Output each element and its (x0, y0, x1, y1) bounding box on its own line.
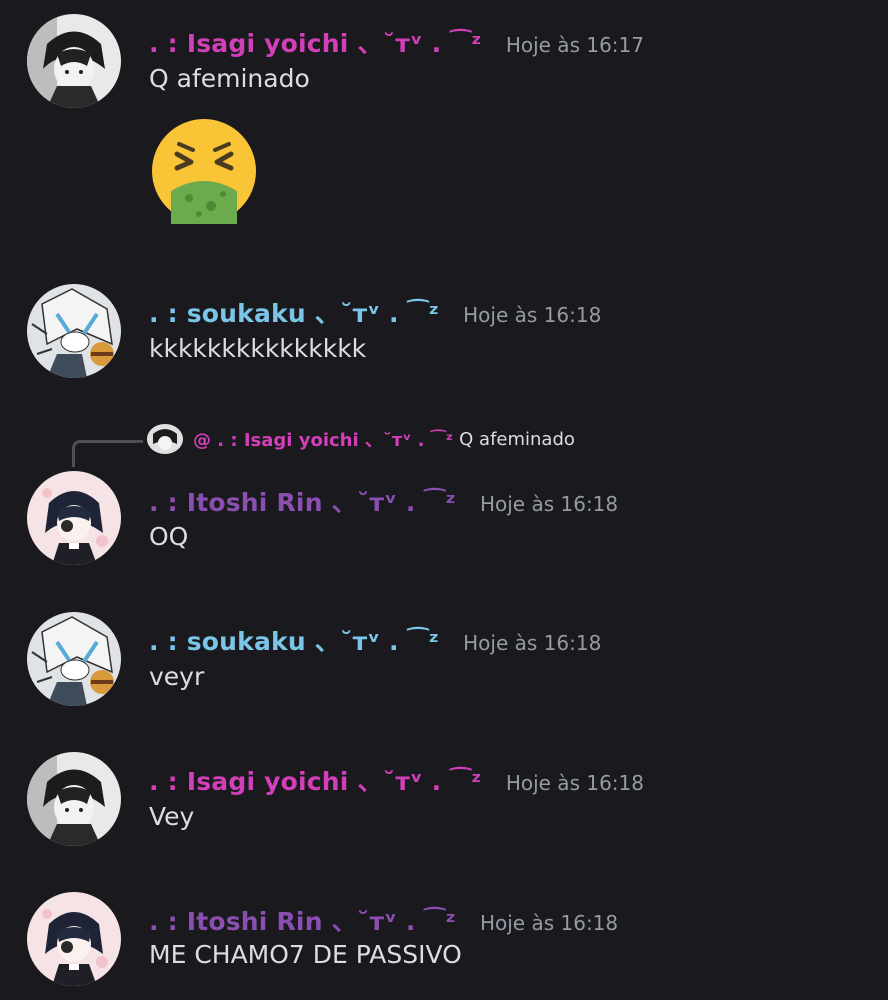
avatar-rin-image (27, 471, 121, 565)
message-text: kkkkkkkkkkkkkkk (149, 334, 367, 363)
reply-text: Q afeminado (459, 428, 575, 450)
reply-preview[interactable]: @ . : Isagi yoichi 、˘ᴛᵛ . ⁀ᶻ Q afeminado (147, 424, 575, 454)
avatar-isagi-image (27, 752, 121, 846)
reply-mention[interactable]: @ . : Isagi yoichi 、˘ᴛᵛ . ⁀ᶻ (193, 426, 453, 452)
reply-connector (72, 440, 143, 467)
username-soukaku[interactable]: . : soukaku 、˘ᴛᵛ . ⁀ᶻ (149, 294, 439, 330)
timestamp: Hoje às 16:18 (479, 492, 619, 516)
username-isagi[interactable]: . : Isagi yoichi 、˘ᴛᵛ . ⁀ᶻ (149, 762, 482, 798)
avatar-rin[interactable] (27, 892, 121, 986)
timestamp: Hoje às 16:18 (479, 911, 619, 935)
avatar-soukaku-image (27, 612, 121, 706)
avatar-isagi[interactable] (27, 14, 121, 108)
username-rin[interactable]: . : Itoshi Rin 、˘ᴛᵛ . ⁀ᶻ (149, 902, 456, 938)
username-isagi[interactable]: . : Isagi yoichi 、˘ᴛᵛ . ⁀ᶻ (149, 24, 482, 60)
message-text: ME CHAMO7 DE PASSIVO (149, 940, 462, 969)
message-text: Q afeminado (149, 64, 310, 93)
timestamp: Hoje às 16:17 (505, 33, 644, 57)
username-rin[interactable]: . : Itoshi Rin 、˘ᴛᵛ . ⁀ᶻ (149, 483, 456, 519)
avatar-rin-image (27, 892, 121, 986)
timestamp: Hoje às 16:18 (505, 771, 644, 795)
message-text: OQ (149, 522, 189, 551)
avatar-soukaku-image (27, 284, 121, 378)
avatar-soukaku[interactable] (27, 612, 121, 706)
timestamp: Hoje às 16:18 (463, 631, 602, 655)
avatar-soukaku[interactable] (27, 284, 121, 378)
avatar-isagi-image (27, 14, 121, 108)
message-text: Vey (149, 802, 195, 831)
username-soukaku[interactable]: . : soukaku 、˘ᴛᵛ . ⁀ᶻ (149, 622, 439, 658)
timestamp: Hoje às 16:18 (463, 303, 602, 327)
reply-avatar-isagi (147, 424, 183, 454)
avatar-isagi[interactable] (27, 752, 121, 846)
face-vomiting-emoji (149, 116, 259, 226)
message-text: veyr (149, 662, 205, 691)
avatar-rin[interactable] (27, 471, 121, 565)
